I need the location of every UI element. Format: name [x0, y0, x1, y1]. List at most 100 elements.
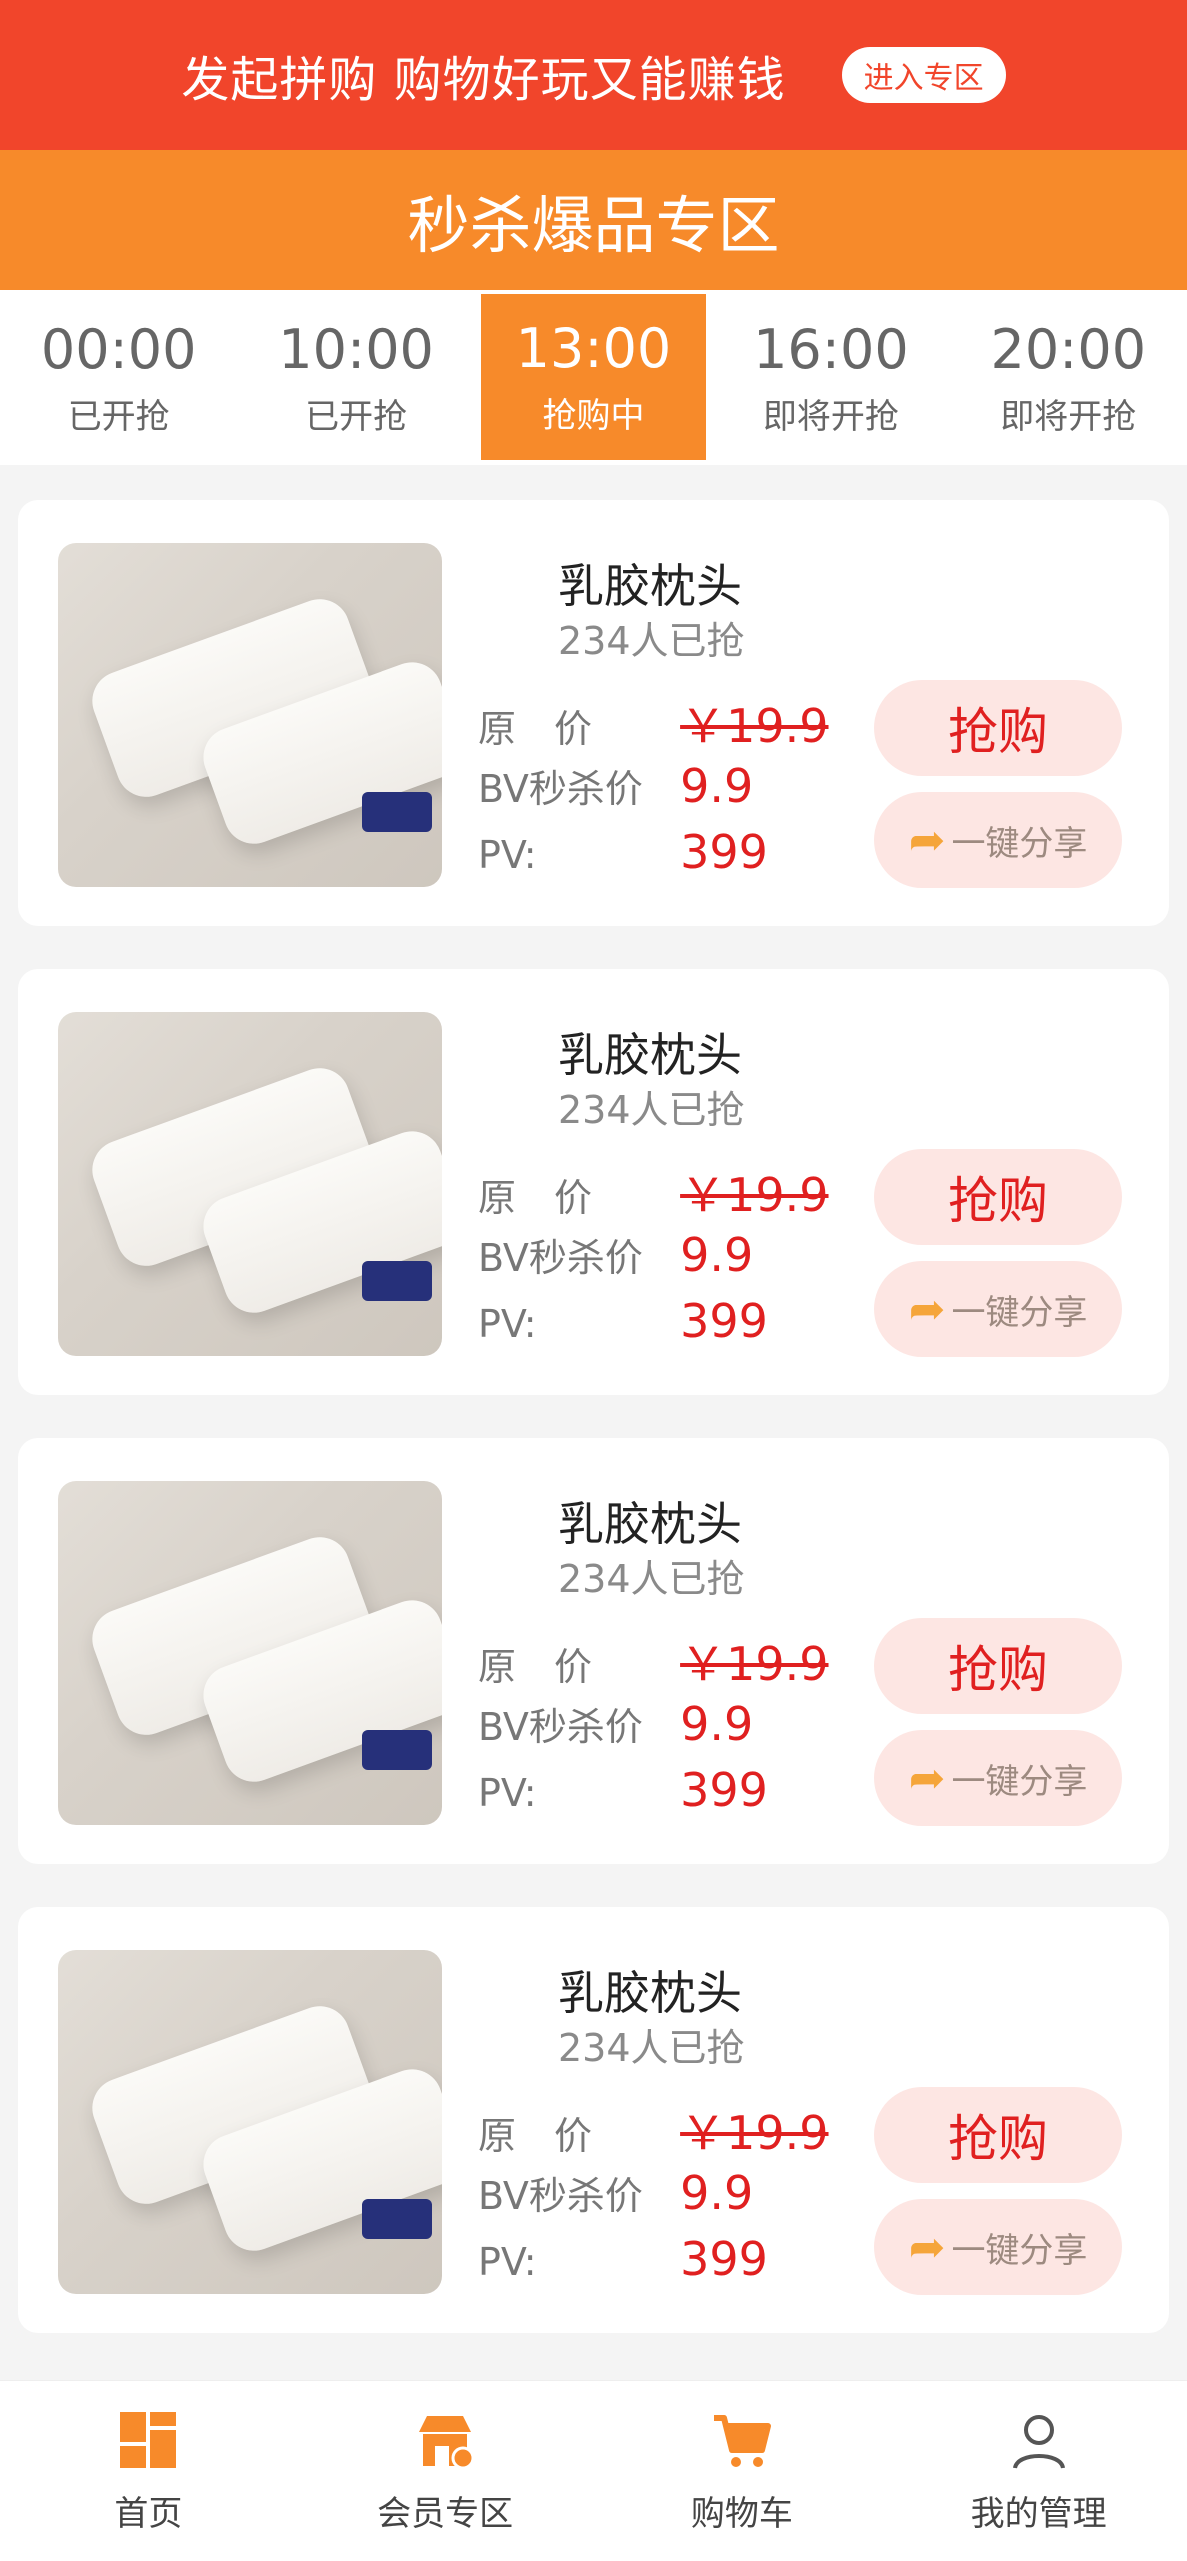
- bv-price-label: BV秒杀价: [478, 1236, 643, 1280]
- buy-button[interactable]: 抢购: [874, 1149, 1122, 1245]
- nav-label: 首页: [114, 2493, 183, 2534]
- share-button[interactable]: ➦ 一键分享: [874, 792, 1122, 888]
- nav-home[interactable]: 首页: [0, 2381, 297, 2561]
- sold-count: 234人已抢: [558, 2026, 745, 2070]
- tab-0000[interactable]: 00:00 已开抢: [0, 290, 237, 465]
- share-button[interactable]: ➦ 一键分享: [874, 1261, 1122, 1357]
- user-icon: [1007, 2408, 1071, 2472]
- tab-time: 10:00: [278, 317, 434, 381]
- sold-count: 234人已抢: [558, 619, 745, 663]
- share-label: 一键分享: [951, 1292, 1088, 1333]
- product-title: 乳胶枕头: [558, 1966, 742, 2020]
- tab-status: 已开抢: [305, 396, 408, 437]
- product-tag: [362, 792, 432, 832]
- original-price-row: 原 价 ￥19.9: [478, 1628, 829, 1694]
- product-card[interactable]: 乳胶枕头 234人已抢 原 价 ￥19.9 BV秒杀价 9.9 PV: 399 …: [18, 969, 1169, 1395]
- original-price-row: 原 价 ￥19.9: [478, 1159, 829, 1225]
- pv-label: PV:: [478, 2240, 537, 2284]
- original-price: ￥19.9: [680, 1637, 829, 1691]
- time-tabs: 00:00 已开抢 10:00 已开抢 13:00 抢购中 16:00 即将开抢…: [0, 290, 1187, 465]
- buy-button[interactable]: 抢购: [874, 1618, 1122, 1714]
- share-arrow-icon: ➦: [908, 814, 946, 866]
- product-list: 乳胶枕头 234人已抢 原 价 ￥19.9 BV秒杀价 9.9 PV: 399 …: [18, 500, 1169, 2376]
- pv-label: PV:: [478, 833, 537, 877]
- original-price-row: 原 价 ￥19.9: [478, 690, 829, 756]
- tab-time: 16:00: [753, 317, 909, 381]
- original-price: ￥19.9: [680, 699, 829, 753]
- home-icon: [116, 2408, 180, 2472]
- bv-price-label: BV秒杀价: [478, 1705, 643, 1749]
- tab-status: 抢购中: [542, 396, 645, 436]
- pv-value: 399: [680, 1763, 768, 1817]
- bv-price-row: BV秒杀价 9.9: [478, 2165, 753, 2220]
- pv-value: 399: [680, 1294, 768, 1348]
- bv-price-label: BV秒杀价: [478, 767, 643, 811]
- original-price: ￥19.9: [680, 2106, 829, 2160]
- bv-price: 9.9: [680, 1228, 754, 1282]
- original-price-label: 原 价: [478, 1645, 593, 1689]
- product-card[interactable]: 乳胶枕头 234人已抢 原 价 ￥19.9 BV秒杀价 9.9 PV: 399 …: [18, 500, 1169, 926]
- bv-price: 9.9: [680, 1697, 754, 1751]
- share-arrow-icon: ➦: [908, 1283, 946, 1335]
- bv-price-row: BV秒杀价 9.9: [478, 1227, 753, 1282]
- bv-price-row: BV秒杀价 9.9: [478, 758, 753, 813]
- product-title: 乳胶枕头: [558, 559, 742, 613]
- share-button[interactable]: ➦ 一键分享: [874, 1730, 1122, 1826]
- share-label: 一键分享: [951, 1761, 1088, 1802]
- share-label: 一键分享: [951, 823, 1088, 864]
- nav-label: 会员专区: [377, 2493, 514, 2534]
- product-image[interactable]: [58, 1481, 442, 1825]
- product-image[interactable]: [58, 543, 442, 887]
- product-tag: [362, 1730, 432, 1770]
- tab-time: 20:00: [990, 317, 1147, 381]
- nav-member-zone[interactable]: 会员专区: [297, 2381, 594, 2561]
- original-price-label: 原 价: [478, 2114, 593, 2158]
- promo-banner: 发起拼购 购物好玩又能赚钱 进入专区: [0, 0, 1187, 150]
- enter-zone-button[interactable]: 进入专区: [841, 47, 1006, 103]
- original-price-label: 原 价: [478, 1176, 593, 1220]
- nav-label: 购物车: [690, 2493, 793, 2534]
- share-arrow-icon: ➦: [908, 1752, 946, 1804]
- product-tag: [362, 2199, 432, 2239]
- tab-status: 即将开抢: [1000, 396, 1137, 437]
- tab-time: 00:00: [40, 317, 197, 381]
- bv-price-label: BV秒杀价: [478, 2174, 643, 2218]
- buy-button[interactable]: 抢购: [874, 680, 1122, 776]
- product-card[interactable]: 乳胶枕头 234人已抢 原 价 ￥19.9 BV秒杀价 9.9 PV: 399 …: [18, 1907, 1169, 2333]
- original-price-label: 原 价: [478, 707, 593, 751]
- nav-cart[interactable]: 购物车: [594, 2381, 891, 2561]
- tab-2000[interactable]: 20:00 即将开抢: [950, 290, 1187, 465]
- tab-1600[interactable]: 16:00 即将开抢: [712, 290, 949, 465]
- tab-1300[interactable]: 13:00 抢购中: [480, 294, 707, 460]
- pv-row: PV: 399: [478, 2232, 768, 2286]
- pv-row: PV: 399: [478, 1294, 768, 1348]
- pv-label: PV:: [478, 1771, 537, 1815]
- share-button[interactable]: ➦ 一键分享: [874, 2199, 1122, 2295]
- pv-value: 399: [680, 2232, 768, 2286]
- promo-banner-text: 发起拼购 购物好玩又能赚钱: [181, 52, 786, 108]
- pv-value: 399: [680, 825, 768, 879]
- product-card[interactable]: 乳胶枕头 234人已抢 原 价 ￥19.9 BV秒杀价 9.9 PV: 399 …: [18, 1438, 1169, 1864]
- sold-count: 234人已抢: [558, 1088, 745, 1132]
- tab-status: 即将开抢: [762, 396, 899, 437]
- tab-time: 13:00: [515, 317, 672, 380]
- member-store-icon: [413, 2408, 477, 2472]
- original-price-row: 原 价 ￥19.9: [478, 2097, 829, 2163]
- share-arrow-icon: ➦: [908, 2221, 946, 2273]
- nav-label: 我的管理: [970, 2493, 1107, 2534]
- pv-row: PV: 399: [478, 1763, 768, 1817]
- bv-price-row: BV秒杀价 9.9: [478, 1696, 753, 1751]
- bottom-nav: 首页 会员专区 购物车 我的管理: [0, 2380, 1187, 2561]
- nav-my-management[interactable]: 我的管理: [890, 2381, 1187, 2561]
- tab-1000[interactable]: 10:00 已开抢: [237, 290, 474, 465]
- product-image[interactable]: [58, 1012, 442, 1356]
- product-image[interactable]: [58, 1950, 442, 2294]
- cart-icon: [710, 2408, 774, 2472]
- original-price: ￥19.9: [680, 1168, 829, 1222]
- tab-status: 已开抢: [67, 396, 170, 437]
- pv-row: PV: 399: [478, 825, 768, 879]
- bv-price: 9.9: [680, 759, 754, 813]
- buy-button[interactable]: 抢购: [874, 2087, 1122, 2183]
- product-title: 乳胶枕头: [558, 1028, 742, 1082]
- bv-price: 9.9: [680, 2166, 754, 2220]
